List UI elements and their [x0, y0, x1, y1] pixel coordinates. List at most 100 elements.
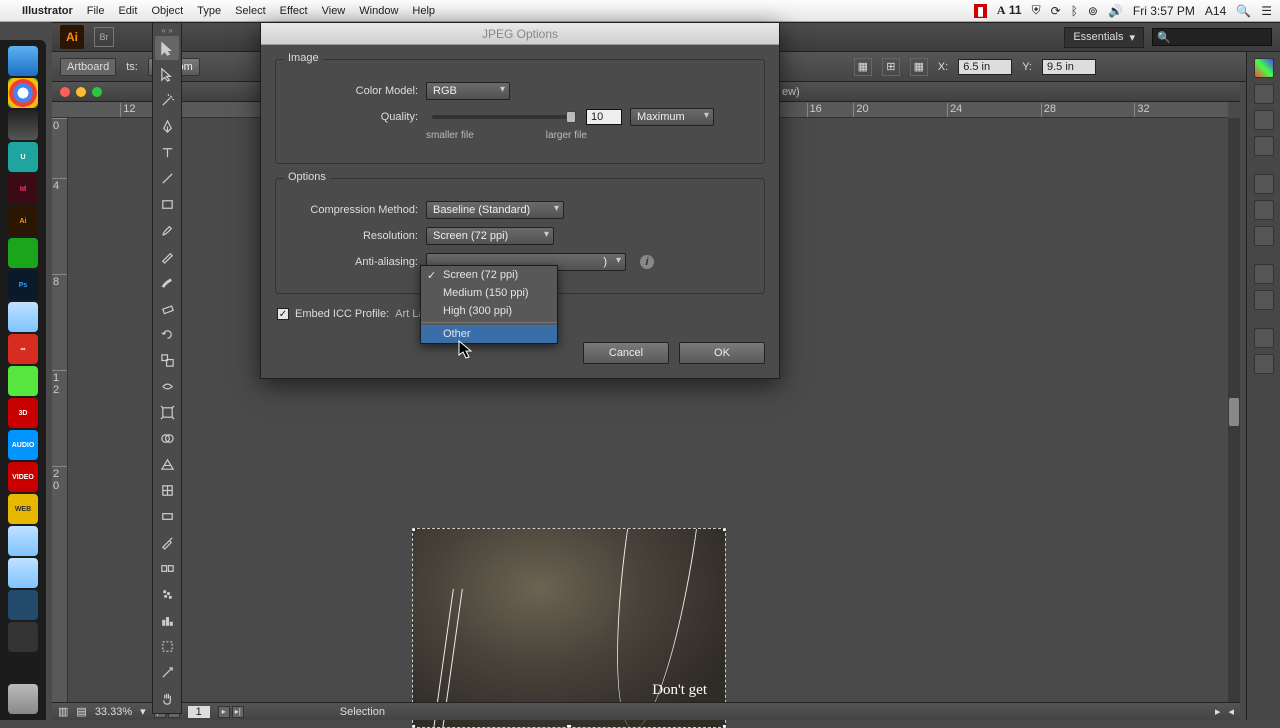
- menu-view[interactable]: View: [322, 5, 346, 17]
- eyedropper-tool[interactable]: [155, 530, 179, 554]
- artboard-number[interactable]: 1: [188, 706, 210, 718]
- volume-icon[interactable]: 🔊: [1108, 4, 1123, 18]
- dock-folder2[interactable]: [8, 526, 38, 556]
- dock-office[interactable]: [8, 366, 38, 396]
- dock-video[interactable]: VIDEO: [8, 462, 38, 492]
- ok-button[interactable]: OK: [679, 342, 765, 364]
- resolution-option-screen[interactable]: Screen (72 ppi): [421, 266, 557, 284]
- dock-illustrator[interactable]: Ai: [8, 206, 38, 236]
- zoom-window-button[interactable]: [92, 87, 102, 97]
- type-tool[interactable]: [155, 140, 179, 164]
- resolution-option-other[interactable]: Other: [421, 325, 557, 343]
- app-name[interactable]: Illustrator: [22, 5, 73, 17]
- menu-window[interactable]: Window: [359, 5, 398, 17]
- shape-builder-tool[interactable]: [155, 426, 179, 450]
- close-window-button[interactable]: [60, 87, 70, 97]
- pen-tool[interactable]: [155, 114, 179, 138]
- dock-app1[interactable]: [8, 110, 38, 140]
- blend-tool[interactable]: [155, 556, 179, 580]
- bluetooth-icon[interactable]: ᛒ: [1071, 4, 1078, 18]
- quality-slider[interactable]: [432, 115, 572, 119]
- spotlight-icon[interactable]: 🔍: [1236, 4, 1251, 18]
- dock-web[interactable]: WEB: [8, 494, 38, 524]
- rectangle-tool[interactable]: [155, 192, 179, 216]
- menu-edit[interactable]: Edit: [118, 5, 137, 17]
- quality-preset-select[interactable]: Maximum: [630, 108, 714, 126]
- quality-input[interactable]: [586, 109, 622, 125]
- artboard-opts-icon[interactable]: ▦: [854, 58, 872, 76]
- gradient-tool[interactable]: [155, 504, 179, 528]
- scale-tool[interactable]: [155, 348, 179, 372]
- panel-appearance-icon[interactable]: [1254, 264, 1274, 284]
- resolution-select[interactable]: Screen (72 ppi): [426, 227, 554, 245]
- adobe-status-icon[interactable]: ▮: [974, 4, 987, 18]
- vertical-ruler[interactable]: 0 4 8 1 2 2 0: [52, 118, 68, 704]
- y-input[interactable]: [1042, 59, 1096, 75]
- hscroll-right[interactable]: ◂: [1228, 705, 1234, 718]
- timemachine-icon[interactable]: ⟳: [1051, 4, 1061, 18]
- color-model-select[interactable]: RGB: [426, 82, 510, 100]
- dock-3d[interactable]: 3D: [8, 398, 38, 428]
- menu-object[interactable]: Object: [151, 5, 183, 17]
- column-graph-tool[interactable]: [155, 608, 179, 632]
- shield-icon[interactable]: ⛨: [1032, 3, 1041, 18]
- selection-tool[interactable]: [155, 36, 179, 60]
- artwork-selection[interactable]: Don't get caught in the web: [412, 528, 726, 728]
- x-input[interactable]: [958, 59, 1012, 75]
- width-tool[interactable]: [155, 374, 179, 398]
- magic-wand-tool[interactable]: [155, 88, 179, 112]
- panel-gradient-icon[interactable]: [1254, 200, 1274, 220]
- menu-help[interactable]: Help: [412, 5, 435, 17]
- symbol-sprayer-tool[interactable]: [155, 582, 179, 606]
- panel-color-icon[interactable]: [1254, 58, 1274, 78]
- slice-tool[interactable]: [155, 660, 179, 684]
- dock-chrome[interactable]: [8, 78, 38, 108]
- panel-layers-icon[interactable]: [1254, 328, 1274, 348]
- artboard-align-icon[interactable]: ⊞: [882, 58, 900, 76]
- panel-transparency-icon[interactable]: [1254, 226, 1274, 246]
- hscroll-left[interactable]: ▸: [1215, 705, 1221, 718]
- free-transform-tool[interactable]: [155, 400, 179, 424]
- dock-app5[interactable]: [8, 622, 38, 652]
- panel-stroke-icon[interactable]: [1254, 174, 1274, 194]
- panel-grip[interactable]: « »: [153, 25, 181, 35]
- dock-trash[interactable]: [8, 684, 38, 714]
- compression-select[interactable]: Baseline (Standard): [426, 201, 564, 219]
- dock-app4[interactable]: [8, 590, 38, 620]
- direct-selection-tool[interactable]: [155, 62, 179, 86]
- info-icon[interactable]: i: [640, 255, 654, 269]
- line-tool[interactable]: [155, 166, 179, 190]
- dock-app3[interactable]: [8, 238, 38, 268]
- zoom-level[interactable]: 33.33%: [95, 706, 132, 718]
- cancel-button[interactable]: Cancel: [583, 342, 669, 364]
- wifi-icon[interactable]: ⊚: [1088, 4, 1098, 18]
- panel-graphic-styles-icon[interactable]: [1254, 290, 1274, 310]
- dock-indesign[interactable]: Id: [8, 174, 38, 204]
- dock-photoshop[interactable]: Ps: [8, 270, 38, 300]
- menu-file[interactable]: File: [87, 5, 105, 17]
- eraser-tool[interactable]: [155, 296, 179, 320]
- adobe-notif-icon[interactable]: A 11: [997, 3, 1022, 18]
- resolution-option-high[interactable]: High (300 ppi): [421, 302, 557, 320]
- perspective-tool[interactable]: [155, 452, 179, 476]
- dock-audio[interactable]: AUDIO: [8, 430, 38, 460]
- rotate-tool[interactable]: [155, 322, 179, 346]
- last-artboard-button[interactable]: ▸|: [232, 706, 244, 718]
- dock-app2[interactable]: U: [8, 142, 38, 172]
- panel-symbols-icon[interactable]: [1254, 136, 1274, 156]
- panel-swatches-icon[interactable]: [1254, 84, 1274, 104]
- mesh-tool[interactable]: [155, 478, 179, 502]
- pencil-tool[interactable]: [155, 244, 179, 268]
- workspace-switcher[interactable]: Essentials▾: [1064, 27, 1144, 48]
- user[interactable]: A14: [1205, 4, 1226, 18]
- panel-brushes-icon[interactable]: [1254, 110, 1274, 130]
- notification-center-icon[interactable]: ☰: [1261, 4, 1272, 18]
- dock-folder3[interactable]: [8, 558, 38, 588]
- artboard-tool[interactable]: [155, 634, 179, 658]
- hand-tool[interactable]: [155, 686, 179, 710]
- minimize-window-button[interactable]: [76, 87, 86, 97]
- bridge-icon[interactable]: Br: [94, 27, 114, 47]
- artboard-grid-icon[interactable]: ▦: [910, 58, 928, 76]
- dock-folder1[interactable]: [8, 302, 38, 332]
- menu-type[interactable]: Type: [197, 5, 221, 17]
